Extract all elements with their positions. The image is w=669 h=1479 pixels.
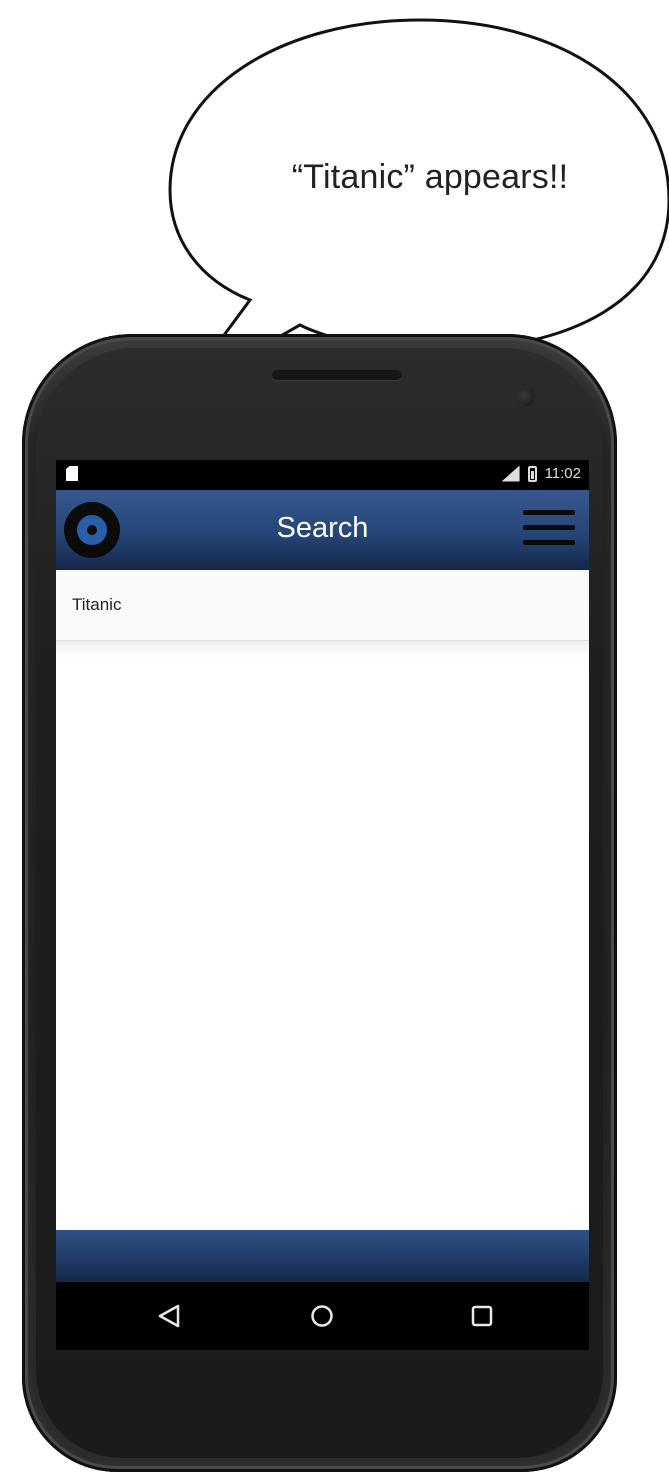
status-clock: 11:02 <box>544 465 581 482</box>
hamburger-menu-icon[interactable] <box>523 510 575 550</box>
navigation-bar <box>56 1282 589 1350</box>
callout-text: “Titanic” appears!! <box>291 158 569 196</box>
app-bar: Search <box>56 490 589 570</box>
stage: “Titanic” appears!! 11:02 Search Titanic <box>0 0 669 1479</box>
speaker-icon <box>272 370 402 380</box>
list-item-label: Titanic <box>72 595 122 614</box>
divider <box>56 641 589 659</box>
status-right-group: 11:02 <box>501 465 581 482</box>
front-camera-icon <box>517 388 535 406</box>
list-item[interactable]: Titanic <box>56 570 589 641</box>
recents-icon[interactable] <box>466 1300 498 1332</box>
status-bar: 11:02 <box>56 460 589 490</box>
sd-card-icon <box>66 466 78 481</box>
back-icon[interactable] <box>153 1300 185 1332</box>
phone-screen: 11:02 Search Titanic <box>56 460 589 1350</box>
page-title: Search <box>276 512 369 544</box>
signal-icon <box>501 465 520 482</box>
home-icon[interactable] <box>306 1300 338 1332</box>
bottom-bar <box>56 1230 589 1282</box>
sensor-icon <box>104 392 134 405</box>
battery-icon <box>527 465 537 482</box>
